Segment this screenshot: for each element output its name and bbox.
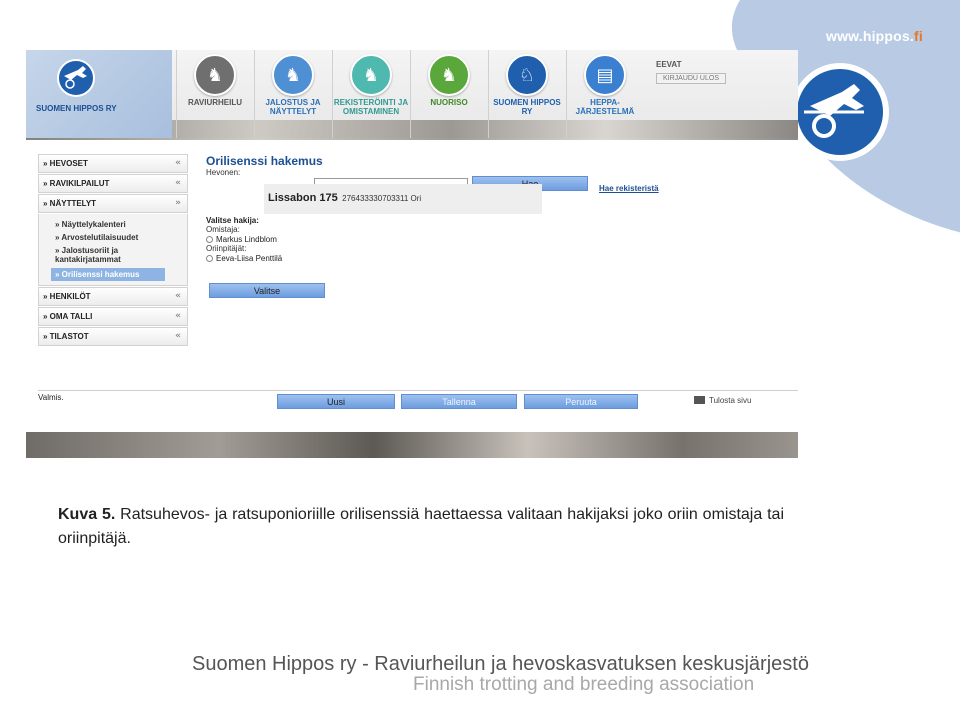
select-button[interactable]: Valitse: [209, 283, 325, 298]
submenu-item-jalostusoriit[interactable]: » Jalostusoriit ja kantakirjatammat: [39, 244, 187, 266]
nav-label: SUOMEN HIPPOS RY: [493, 98, 561, 116]
menu-item-hevoset[interactable]: » HEVOSET «: [38, 154, 188, 173]
print-label: Tulosta sivu: [709, 396, 752, 405]
horse-teal-icon: ♞: [350, 54, 392, 96]
radio-button[interactable]: [206, 236, 213, 243]
owner-label: Omistaja:: [206, 225, 240, 234]
logo-text: SUOMEN HIPPOS RY: [36, 104, 117, 113]
figure-caption: Kuva 5. Ratsuhevos- ja ratsuponioriille …: [58, 503, 784, 551]
horse-green-icon: ♞: [428, 54, 470, 96]
nav-label: JALOSTUS JA NÄYTTELYT: [265, 98, 321, 116]
horse-label: Hevonen:: [206, 168, 241, 177]
choose-applicant-label: Valitse hakija:: [206, 216, 259, 225]
status-text: Valmis.: [38, 393, 64, 402]
result-horse-details: 276433330703311 Ori: [342, 194, 422, 203]
result-horse-name: Lissabon 175: [268, 192, 338, 204]
nav-label: HEPPA-JÄRJESTELMÄ: [575, 98, 635, 116]
menu-item-label: NÄYTTELYT: [49, 199, 97, 208]
caption-text: Ratsuhevos- ja ratsuponioriille orilisen…: [58, 506, 784, 547]
radio-button[interactable]: [206, 255, 213, 262]
sidebar-menu: » HEVOSET « » RAVIKILPAILUT « » NÄYTTELYT»…: [38, 154, 188, 347]
chevron-down-icon: «: [175, 178, 181, 188]
nav-heppa[interactable]: ▤ HEPPA-JÄRJESTELMÄ: [566, 50, 643, 138]
nav-label: NUORISO: [430, 98, 468, 107]
site-logo[interactable]: SUOMEN HIPPOS RY: [26, 50, 172, 138]
hippos-logo-icon: ♘: [506, 54, 548, 96]
owner-option[interactable]: Markus Lindblom: [206, 235, 282, 244]
cancel-button[interactable]: Peruuta: [524, 394, 638, 409]
menu-item-tilastot[interactable]: » TILASTOT «: [38, 327, 188, 346]
printer-icon: [694, 396, 705, 404]
menu-item-oma-talli[interactable]: » OMA TALLI «: [38, 307, 188, 326]
menu-item-label: HEVOSET: [49, 159, 88, 168]
applicant-section: Valitse hakija: Omistaja: Markus Lindblo…: [206, 216, 282, 263]
holder-label: Oriinpitäjät:: [206, 244, 247, 253]
hippos-logo-icon: [791, 63, 889, 161]
app-screenshot: SUOMEN HIPPOS RY ♞ RAVIURHEILU ♞ JALOSTU…: [26, 50, 798, 458]
chevron-down-icon: «: [175, 291, 181, 301]
submenu-item-arvostelutilaisuudet[interactable]: » Arvostelutilaisuudet: [39, 231, 187, 244]
holder-option[interactable]: Eeva-Liisa Penttilä: [206, 254, 282, 263]
save-button[interactable]: Tallenna: [401, 394, 517, 409]
owner-name: Markus Lindblom: [216, 235, 277, 244]
print-link[interactable]: Tulosta sivu: [694, 396, 751, 405]
footer-photo-strip: [26, 432, 798, 458]
nav-jalostus[interactable]: ♞ JALOSTUS JA NÄYTTELYT: [254, 50, 331, 138]
document-icon: ▤: [584, 54, 626, 96]
registry-search-link[interactable]: Hae rekisteristä: [599, 184, 659, 193]
horse-gray-icon: ♞: [194, 54, 236, 96]
menu-item-label: HENKILÖT: [49, 292, 91, 301]
logout-button[interactable]: KIRJAUDU ULOS: [656, 73, 726, 84]
caption-prefix: Kuva 5.: [58, 506, 116, 523]
nav-label: RAVIURHEILU: [187, 98, 243, 107]
chevron-up-icon: »: [175, 198, 181, 208]
horse-blue-icon: ♞: [272, 54, 314, 96]
new-button[interactable]: Uusi: [277, 394, 395, 409]
hippos-logo-icon: [57, 59, 95, 97]
menu-item-nayttelyt[interactable]: » NÄYTTELYT»: [38, 194, 188, 213]
org-name-english: Finnish trotting and breeding associatio…: [413, 674, 755, 695]
user-name: EEVAT: [656, 60, 682, 69]
divider: [38, 390, 798, 391]
nav-raviurheilu[interactable]: ♞ RAVIURHEILU: [176, 50, 253, 138]
submenu-item-orilisenssi[interactable]: » Orilisenssi hakemus: [51, 268, 165, 281]
page-title: Orilisenssi hakemus: [206, 154, 323, 168]
chevron-down-icon: «: [175, 331, 181, 341]
chevron-down-icon: «: [175, 158, 181, 168]
menu-item-ravikilpailut[interactable]: » RAVIKILPAILUT «: [38, 174, 188, 193]
submenu-nayttelyt: » Näyttelykalenteri » Arvostelutilaisuud…: [38, 214, 188, 286]
search-result[interactable]: Lissabon 175 276433330703311 Ori: [264, 184, 542, 214]
chevron-down-icon: «: [175, 311, 181, 321]
menu-item-label: RAVIKILPAILUT: [49, 179, 110, 188]
nav-nuoriso[interactable]: ♞ NUORISO: [410, 50, 487, 138]
menu-item-label: TILASTOT: [49, 332, 89, 341]
submenu-item-nayttelykalenteri[interactable]: » Näyttelykalenteri: [39, 218, 187, 231]
slide: www.hippos.fi SUOMEN HIPPOS RY ♞ RAVIURH…: [0, 0, 960, 720]
license-form: Orilisenssi hakemus Hevonen: Hae Hae rek…: [206, 154, 686, 298]
menu-item-henkilot[interactable]: » HENKILÖT «: [38, 287, 188, 306]
nav-label: REKISTERÖINTI JA OMISTAMINEN: [333, 98, 409, 116]
org-name: Suomen Hippos ry - Raviurheilun ja hevos…: [192, 653, 809, 675]
site-url[interactable]: www.hippos.fi: [826, 28, 923, 44]
menu-item-label: OMA TALLI: [49, 312, 93, 321]
nav-rekisterointi[interactable]: ♞ REKISTERÖINTI JA OMISTAMINEN: [332, 50, 409, 138]
user-panel: EEVAT KIRJAUDU ULOS: [656, 60, 726, 84]
nav-suomen-hippos[interactable]: ♘ SUOMEN HIPPOS RY: [488, 50, 565, 138]
holder-name: Eeva-Liisa Penttilä: [216, 254, 283, 263]
